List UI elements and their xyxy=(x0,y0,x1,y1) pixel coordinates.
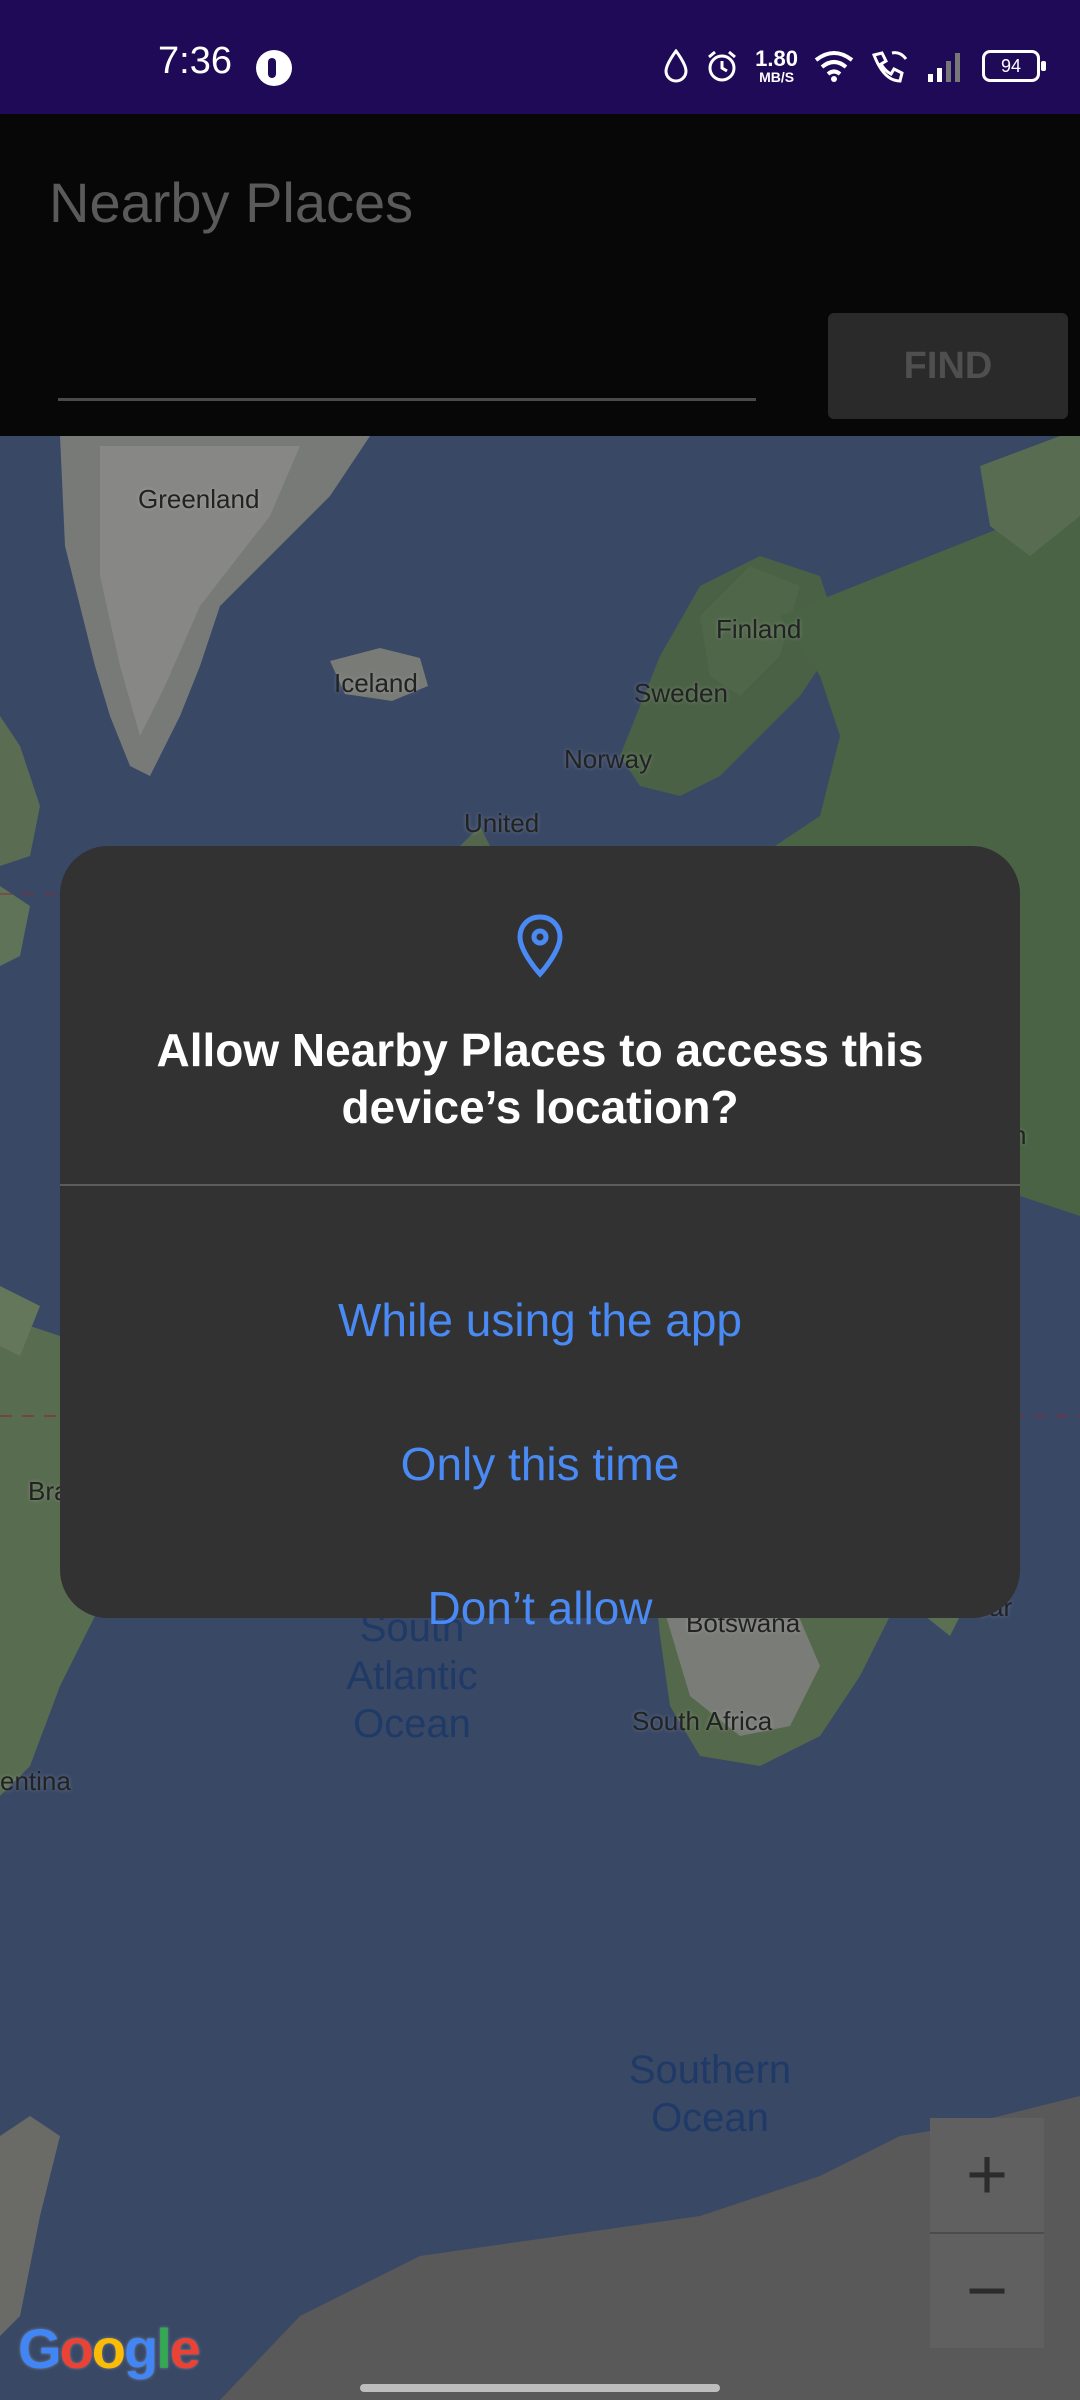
map-label-argentina: entina xyxy=(0,1766,71,1796)
map-label-south-africa: South Africa xyxy=(632,1706,773,1736)
dialog-divider xyxy=(60,1184,1020,1186)
ocean-label-line: Ocean xyxy=(353,1702,471,1746)
status-icons: 1.80 MB/S 94 xyxy=(663,44,1046,88)
alarm-icon xyxy=(708,50,737,82)
while-using-app-button[interactable]: While using the app xyxy=(60,1260,1020,1380)
location-pin-icon xyxy=(517,914,563,978)
wifi-calling-icon xyxy=(871,51,908,83)
gesture-navigation-bar[interactable] xyxy=(360,2384,720,2392)
only-this-time-button[interactable]: Only this time xyxy=(60,1404,1020,1524)
search-input[interactable] xyxy=(58,328,756,401)
map-label-greenland: Greenland xyxy=(138,484,260,514)
battery-icon: 94 xyxy=(982,50,1046,82)
status-bar: 7:36 1.80 MB/S 94 xyxy=(0,0,1080,114)
map-label-sweden: Sweden xyxy=(634,678,728,708)
ocean-label-line: Ocean xyxy=(651,2096,769,2140)
google-logo-letter: g xyxy=(124,2317,158,2380)
map-label-norway: Norway xyxy=(564,744,653,774)
google-logo-letter: l xyxy=(156,2317,172,2380)
find-button[interactable]: FIND xyxy=(828,313,1068,419)
wifi-icon xyxy=(814,51,854,82)
zoom-controls: + − xyxy=(930,2118,1044,2348)
zoom-in-button[interactable]: + xyxy=(930,2118,1044,2232)
app-title: Nearby Places xyxy=(49,171,414,234)
app-notification-icon xyxy=(256,50,292,86)
ocean-label-line: Southern xyxy=(628,2048,792,2092)
status-time: 7:36 xyxy=(158,40,232,82)
dialog-title: Allow Nearby Places to access this devic… xyxy=(156,1024,924,1133)
network-speed-value: 1.80 xyxy=(755,46,798,71)
ocean-label-southern: Southern Ocean xyxy=(600,2046,820,2142)
google-logo-letter: o xyxy=(91,2317,126,2380)
map-label-iceland: Iceland xyxy=(334,668,418,698)
google-logo-letter: e xyxy=(169,2317,201,2380)
zoom-out-button[interactable]: − xyxy=(930,2234,1044,2348)
google-logo-letter: o xyxy=(59,2317,94,2380)
signal-icon xyxy=(928,53,960,82)
google-logo: Google xyxy=(18,2316,201,2381)
network-speed-unit: MB/S xyxy=(759,69,795,85)
data-saver-icon xyxy=(664,49,688,83)
dont-allow-button[interactable]: Don’t allow xyxy=(60,1548,1020,1668)
map-label-finland: Finland xyxy=(716,614,802,644)
google-logo-letter: G xyxy=(18,2317,62,2380)
permission-dialog: Allow Nearby Places to access this devic… xyxy=(60,846,1020,1634)
map-label-united: United xyxy=(464,808,540,838)
network-speed: 1.80 MB/S xyxy=(755,46,798,85)
